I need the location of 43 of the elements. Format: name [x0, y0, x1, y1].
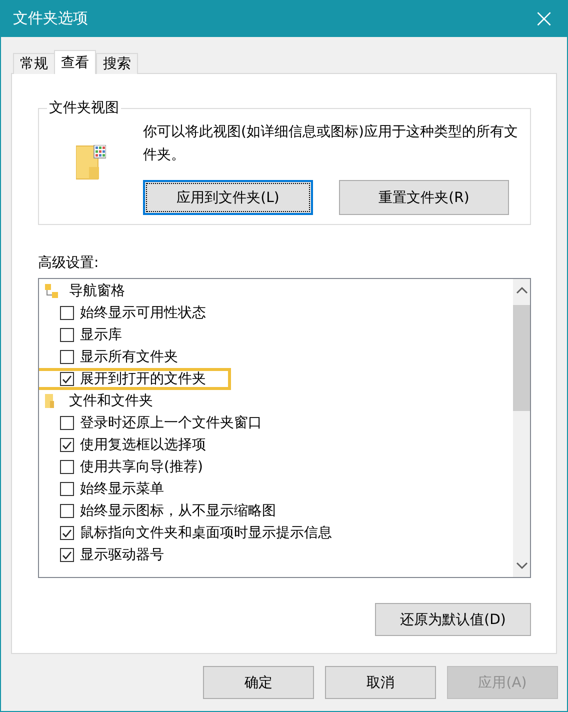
- setting-label: 使用共享向导(推荐): [80, 458, 203, 476]
- group-label: 导航窗格: [69, 282, 125, 300]
- setting-label: 始终显示图标，从不显示缩略图: [80, 502, 276, 520]
- tab[interactable]: 搜索: [96, 53, 138, 74]
- scroll-up-icon[interactable]: [516, 286, 528, 294]
- folder-view-button[interactable]: 重置文件夹(R): [339, 180, 509, 215]
- group-title: 文件夹视图: [48, 99, 120, 117]
- checkbox[interactable]: [60, 306, 74, 320]
- setting-label: 展开到打开的文件夹: [80, 370, 206, 388]
- close-button[interactable]: ×: [521, 0, 567, 37]
- advanced-settings-label: 高级设置:: [38, 254, 100, 272]
- setting-label: 始终显示菜单: [80, 480, 164, 498]
- restore-defaults-button[interactable]: 还原为默认值(D): [375, 603, 531, 636]
- setting-label: 显示驱动器号: [80, 546, 164, 564]
- setting-label: 始终显示可用性状态: [80, 304, 206, 322]
- setting-label: 显示库: [80, 326, 122, 344]
- folder-view-icon: [76, 145, 106, 180]
- dialog-button[interactable]: 确定: [203, 666, 314, 699]
- tab[interactable]: 查看: [54, 50, 96, 74]
- folder-tree-icon: [44, 283, 59, 299]
- checkbox[interactable]: [60, 416, 74, 430]
- checkbox[interactable]: [60, 350, 74, 364]
- checkbox[interactable]: [60, 328, 74, 342]
- checkbox[interactable]: [60, 372, 74, 386]
- setting-label: 登录时还原上一个文件夹窗口: [80, 414, 262, 432]
- description-text: 你可以将此视图(如详细信息或图标)应用于这种类型的所有文件夹。: [143, 123, 519, 165]
- checkbox[interactable]: [60, 460, 74, 474]
- scroll-thumb[interactable]: [513, 305, 530, 411]
- folder-view-button[interactable]: 应用到文件夹(L): [143, 180, 313, 215]
- scroll-down-icon[interactable]: [516, 562, 528, 570]
- dialog-button[interactable]: 取消: [325, 666, 436, 699]
- checkbox[interactable]: [60, 482, 74, 496]
- checkbox[interactable]: [60, 504, 74, 518]
- window-title: 文件夹选项: [13, 9, 88, 28]
- setting-label: 使用复选框以选择项: [80, 436, 206, 454]
- setting-label: 鼠标指向文件夹和桌面项时显示提示信息: [80, 524, 332, 542]
- scrollbar[interactable]: [513, 279, 530, 577]
- checkbox[interactable]: [60, 548, 74, 562]
- checkbox[interactable]: [60, 438, 74, 452]
- tab[interactable]: 常规: [13, 53, 55, 74]
- checkbox[interactable]: [60, 526, 74, 540]
- setting-label: 显示所有文件夹: [80, 348, 178, 366]
- group-label: 文件和文件夹: [69, 392, 153, 410]
